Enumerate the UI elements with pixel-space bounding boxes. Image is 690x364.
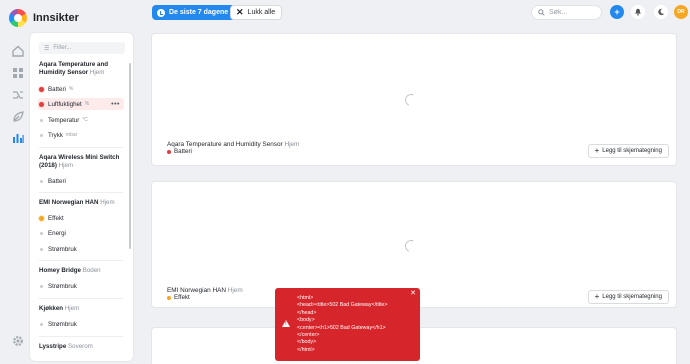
divider (39, 260, 123, 261)
home-icon[interactable] (11, 44, 25, 58)
device-title: Aqara Wireless Mini Switch (2018) Hjem (39, 154, 120, 169)
add-to-chart-button[interactable]: + Legg til skjemategning (587, 290, 669, 304)
energy-icon[interactable] (11, 110, 25, 124)
plus-icon: + (594, 292, 600, 301)
date-range-label: De siste 7 dagene (169, 9, 229, 16)
error-message: <html> <head><title>502 Bad Gateway</tit… (297, 295, 388, 353)
close-icon: ✕ (236, 7, 244, 17)
insights-sidebar: ☰ Filter... Aqara Temperature and Humidi… (30, 33, 133, 361)
more-icon[interactable]: ••• (111, 101, 120, 108)
list-item[interactable]: Strømbruk (38, 318, 124, 330)
status-dot (167, 149, 171, 154)
loading-spinner-icon (403, 92, 419, 108)
filter-input[interactable]: ☰ Filter... (39, 42, 125, 54)
add-button[interactable]: + (610, 5, 624, 19)
card-title: Aqara Temperature and Humidity Sensor Hj… (167, 141, 300, 148)
sidebar-scrollbar[interactable] (129, 63, 131, 249)
loading-spinner-icon (403, 238, 419, 254)
list-item[interactable]: Strømbruk (38, 280, 124, 292)
device-title: Homey Bridge Boden (39, 267, 101, 274)
list-item[interactable]: Temperatur °C (38, 114, 124, 126)
plus-icon: + (594, 146, 600, 155)
list-item[interactable]: Batteri (38, 175, 124, 187)
warning-icon (282, 320, 290, 327)
insights-icon[interactable] (11, 131, 25, 145)
status-dot (40, 179, 43, 183)
dashboard-icon[interactable] (11, 66, 25, 80)
dark-mode-toggle-icon[interactable] (654, 5, 668, 19)
list-item[interactable]: Trykk mbar (38, 129, 124, 141)
divider (39, 147, 123, 148)
avatar[interactable]: DR (674, 5, 688, 19)
settings-icon[interactable] (11, 334, 25, 348)
search-box (531, 5, 602, 20)
app-brand: Innsikter (9, 7, 79, 29)
divider (39, 336, 123, 337)
status-dot (39, 101, 44, 107)
error-toast: ✕ <html> <head><title>502 Bad Gateway</t… (275, 288, 420, 361)
flows-icon[interactable] (11, 88, 25, 102)
status-dot (40, 231, 43, 235)
divider (39, 192, 123, 193)
card-metric: Batteri (167, 148, 192, 155)
search-input[interactable] (549, 9, 599, 16)
clock-icon (157, 8, 165, 17)
insight-card: Aqara Temperature and Humidity Sensor Hj… (151, 33, 677, 166)
card-title: EMI Norwegian HAN Hjem (167, 287, 243, 294)
card-metric: Effekt (167, 294, 190, 301)
filter-placeholder: Filter... (53, 45, 72, 51)
date-range-button[interactable]: De siste 7 dagene (152, 5, 236, 20)
list-item[interactable]: Strømbruk (38, 243, 124, 255)
device-title: Lysstripe Soverom (39, 343, 93, 350)
search-icon (538, 9, 545, 16)
status-dot (40, 322, 43, 326)
status-dot (167, 295, 171, 300)
list-item[interactable]: Luftfuktighet % ••• (38, 98, 124, 110)
divider (39, 298, 123, 299)
filter-icon: ☰ (44, 45, 50, 52)
homey-logo-icon (9, 9, 27, 27)
status-dot (40, 284, 43, 288)
close-icon[interactable]: ✕ (410, 289, 416, 297)
add-to-chart-button[interactable]: + Legg til skjemategning (587, 144, 669, 158)
device-title: Kjøkken Hjem (39, 305, 80, 312)
list-item[interactable]: Batteri % (38, 83, 124, 95)
close-all-button[interactable]: ✕ Lukk alle (230, 5, 283, 20)
device-title: EMI Norwegian HAN Hjem (39, 199, 115, 206)
status-dot (40, 118, 43, 122)
list-item[interactable]: Effekt (38, 212, 124, 224)
list-item[interactable]: Energi (38, 227, 124, 239)
status-dot (40, 247, 43, 251)
status-dot (40, 133, 43, 137)
device-title: Aqara Temperature and Humidity Sensor Hj… (39, 61, 108, 76)
status-dot (39, 86, 44, 92)
status-dot (39, 215, 44, 221)
bell-icon[interactable] (631, 5, 645, 19)
close-all-label: Lukk alle (247, 9, 276, 16)
app-title: Innsikter (33, 12, 79, 24)
